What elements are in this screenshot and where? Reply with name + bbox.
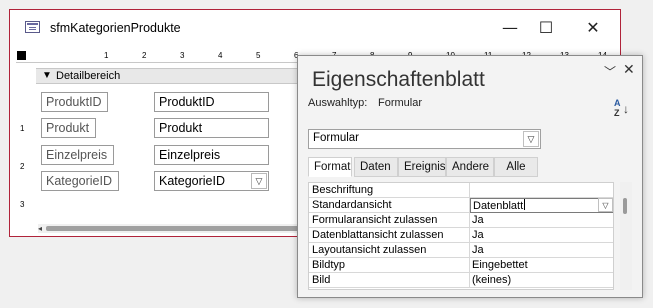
chevron-down-icon[interactable]: ▽ <box>598 198 613 212</box>
property-sheet-title: Eigenschaftenblatt <box>312 68 485 91</box>
property-name: Bild <box>312 274 331 286</box>
property-value[interactable]: Ja <box>472 244 612 256</box>
property-grid: Beschriftung Standardansicht Datenblatt … <box>308 182 614 290</box>
object-selector-value: Formular <box>313 132 360 144</box>
ruler-mark: 1 <box>20 124 25 133</box>
property-value[interactable]: Ja <box>472 229 612 241</box>
ruler-mark: 3 <box>20 200 25 209</box>
property-name: Formularansicht zulassen <box>312 214 438 226</box>
property-value-text: Datenblatt <box>473 200 524 212</box>
maximize-button[interactable]: ☐ <box>531 16 561 40</box>
selection-type-value: Formular <box>378 97 423 109</box>
property-name: Beschriftung <box>312 184 374 196</box>
section-label: Detailbereich <box>56 70 121 82</box>
ruler-mark: 3 <box>180 51 185 60</box>
form-selector[interactable] <box>17 51 26 60</box>
horizontal-scrollbar[interactable]: ◂ <box>38 224 313 233</box>
combobox-kategorieid[interactable]: KategorieID ▽ <box>154 171 269 191</box>
scrollbar-thumb[interactable] <box>623 198 627 214</box>
ruler-mark: 4 <box>218 51 223 60</box>
tab-format[interactable]: Format <box>308 157 352 177</box>
object-selector-dropdown[interactable]: Formular ▽ <box>308 129 541 149</box>
textbox-produktid[interactable]: ProduktID <box>154 92 269 112</box>
tab-alle[interactable]: Alle <box>494 157 538 177</box>
property-value-input[interactable]: Datenblatt <box>470 198 613 213</box>
property-value[interactable]: Eingebettet <box>472 259 612 271</box>
property-sheet: Eigenschaftenblatt ﹀ ✕ Auswahltyp: Formu… <box>297 55 643 298</box>
vertical-scrollbar[interactable] <box>620 182 632 290</box>
vertical-ruler: 1 2 3 <box>16 86 32 216</box>
property-name: Bildtyp <box>312 259 346 271</box>
form-titlebar: sfmKategorienProdukte — ☐ ✕ <box>10 10 620 46</box>
form-icon <box>25 21 40 33</box>
property-value[interactable]: Ja <box>472 214 612 226</box>
label-kategorieid[interactable]: KategorieID <box>41 171 119 191</box>
label-produktid[interactable]: ProduktID <box>41 92 108 112</box>
property-row[interactable]: Formularansicht zulassen Ja <box>309 213 613 228</box>
form-title: sfmKategorienProdukte <box>50 21 181 35</box>
ruler-mark: 2 <box>20 162 25 171</box>
chevron-down-icon[interactable]: ▽ <box>251 173 267 189</box>
tab-daten[interactable]: Daten <box>354 157 398 177</box>
section-collapse-icon: ▼ <box>42 70 52 81</box>
property-row[interactable]: Datenblattansicht zulassen Ja <box>309 228 613 243</box>
chevron-down-icon[interactable]: ﹀ <box>604 63 616 80</box>
textbox-einzelpreis[interactable]: Einzelpreis <box>154 145 269 165</box>
combobox-kategorieid-value: KategorieID <box>159 174 226 188</box>
ruler-mark: 2 <box>142 51 147 60</box>
label-produkt[interactable]: Produkt <box>41 118 96 138</box>
label-einzelpreis[interactable]: Einzelpreis <box>41 145 114 165</box>
close-icon[interactable]: ✕ <box>623 62 635 78</box>
sort-az-icon[interactable]: A Z ↓ <box>614 98 634 120</box>
minimize-button[interactable]: — <box>495 16 525 40</box>
property-row[interactable]: Beschriftung <box>309 183 613 198</box>
selection-type-label: Auswahltyp: <box>308 97 368 109</box>
textbox-produkt[interactable]: Produkt <box>154 118 269 138</box>
ruler-mark: 1 <box>104 51 109 60</box>
property-name: Layoutansicht zulassen <box>312 244 427 256</box>
scroll-left-icon[interactable]: ◂ <box>38 224 42 233</box>
close-button[interactable]: ✕ <box>578 16 608 40</box>
property-row[interactable]: Layoutansicht zulassen Ja <box>309 243 613 258</box>
property-name: Datenblattansicht zulassen <box>312 229 444 241</box>
property-row[interactable]: Standardansicht Datenblatt ▽ <box>309 198 613 213</box>
property-row[interactable]: Bildtyp Eingebettet <box>309 258 613 273</box>
tab-andere[interactable]: Andere <box>446 157 494 177</box>
scrollbar-thumb[interactable] <box>46 226 308 231</box>
property-value[interactable]: (keines) <box>472 274 612 286</box>
ruler-mark: 5 <box>256 51 261 60</box>
tab-ereignis[interactable]: Ereignis <box>398 157 446 177</box>
property-name: Standardansicht <box>312 199 392 211</box>
chevron-down-icon[interactable]: ▽ <box>523 131 539 147</box>
property-row[interactable]: Bild (keines) <box>309 273 613 288</box>
text-caret <box>524 199 526 210</box>
